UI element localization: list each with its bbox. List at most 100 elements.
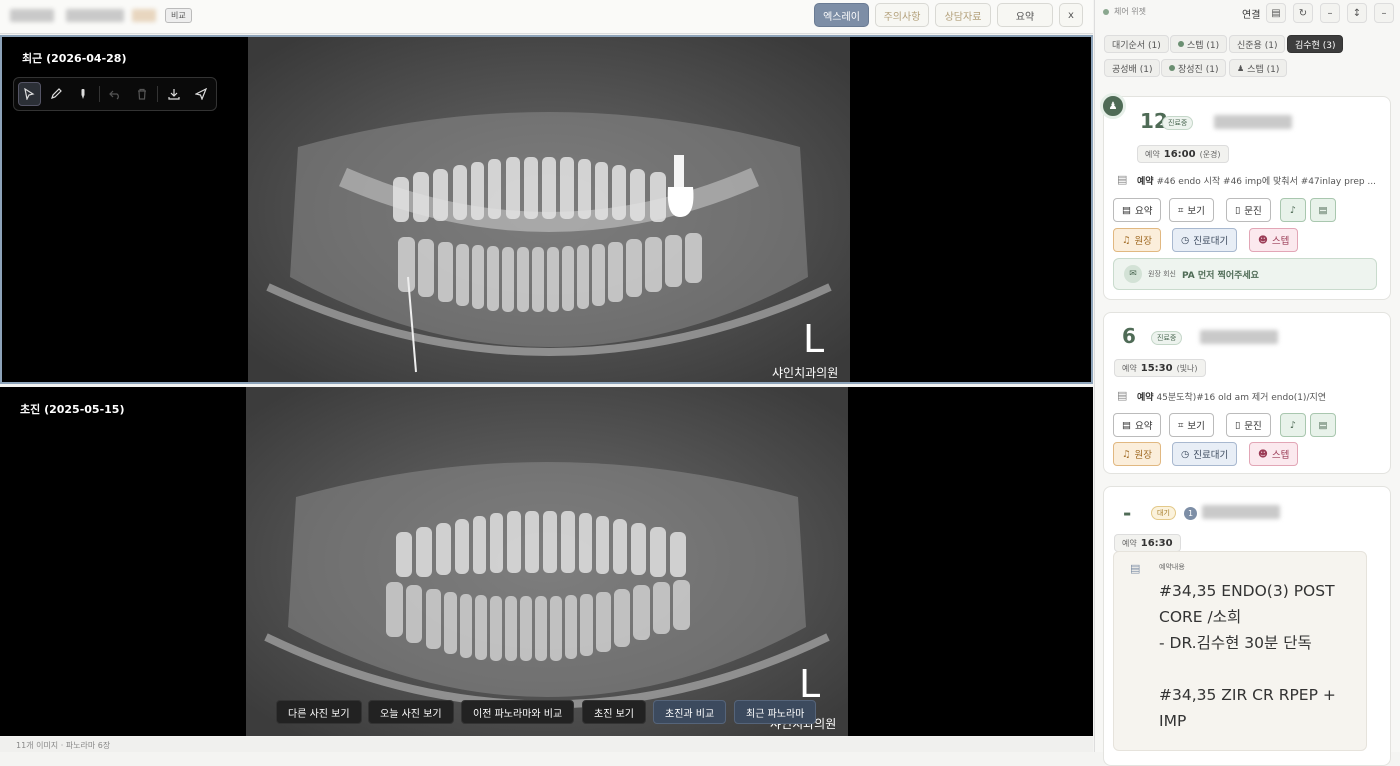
summary-button[interactable]: ▤ 요약 <box>1113 198 1162 222</box>
note-text: 45분도착)#16 old am 제거 endo(1)/지연 <box>1156 393 1327 403</box>
status-badge: 진료중 <box>1162 116 1194 130</box>
collapse-icon[interactable]: – <box>1374 3 1394 23</box>
xray-tab-button[interactable]: 엑스레이 <box>814 3 869 27</box>
button-label: 진료대기 <box>1193 236 1229 247</box>
panoramic-xray-recent[interactable]: L 샤인치과의원 <box>248 37 850 382</box>
close-button[interactable]: x <box>1059 3 1083 27</box>
memo-button[interactable]: ▤ <box>1310 413 1336 437</box>
treatment-wait-button[interactable]: ◷ 진료대기 <box>1172 442 1238 466</box>
people-icon: ☻ <box>1258 234 1268 246</box>
send-icon[interactable] <box>189 82 212 106</box>
questionnaire-button[interactable]: ▯ 문진 <box>1226 413 1271 437</box>
director-reply: ✉ 원장 회신 PA 먼저 찍어주세요 <box>1113 258 1377 290</box>
tab-doctor-shin[interactable]: 신준용 (1) <box>1229 35 1286 53</box>
scan-icon: ⌗ <box>1178 419 1184 431</box>
toolbar-divider <box>157 86 159 102</box>
memo-text: #34,35 ENDO(3) POST CORE /소희 - DR.김수현 30… <box>1159 582 1336 730</box>
reservation-time-value: 16:00 <box>1163 148 1196 160</box>
minimize-icon[interactable]: – <box>1320 3 1340 23</box>
button-label: 문진 <box>1244 206 1262 217</box>
recent-pano-button[interactable]: 최근 파노라마 <box>734 700 817 724</box>
reservation-note: 예약 45분도착)#16 old am 제거 endo(1)/지연 <box>1137 390 1400 403</box>
tab-waiting-order[interactable]: 대기순서 (1) <box>1104 35 1169 53</box>
tab-doctor-kim[interactable]: 김수현 (3) <box>1287 35 1344 53</box>
clipboard-icon: ▤ <box>1318 204 1328 216</box>
button-label: 요약 <box>1134 206 1153 217</box>
clipboard-icon: ▤ <box>1122 204 1131 216</box>
mic-button[interactable]: ♪ <box>1280 198 1306 222</box>
clipboard-icon: ▤ <box>1122 419 1131 431</box>
clipboard-icon: ▤ <box>1117 389 1128 402</box>
mic-button[interactable]: ♪ <box>1280 413 1306 437</box>
mic-icon: ♪ <box>1289 419 1297 431</box>
view-button[interactable]: ⌗ 보기 <box>1169 198 1214 222</box>
side-marker-L: L <box>803 317 824 361</box>
staff-call-button[interactable]: ☻ 스텝 <box>1249 228 1299 252</box>
xray-viewer-initial[interactable]: 초진 (2025-05-15) L 샤인치과의원 <box>0 387 1093 736</box>
pencil-icon[interactable] <box>45 82 68 106</box>
refresh-icon[interactable]: ↻ <box>1293 3 1313 23</box>
button-label: 보기 <box>1187 206 1205 217</box>
note-prefix: 예약 <box>1137 177 1154 187</box>
tab-doctor-gong[interactable]: 공성배 (1) <box>1104 59 1161 77</box>
patient-card[interactable]: 6 진료중 예약 15:30 (빛나) ▤ 예약 45분도착)#16 old a… <box>1103 312 1391 474</box>
summary-button[interactable]: 요약 <box>997 3 1053 27</box>
compare-previous-pano-button[interactable]: 이전 파노라마와 비교 <box>461 700 575 724</box>
tab-doctor-jang[interactable]: 장성진 (1) <box>1161 59 1227 77</box>
treatment-wait-button[interactable]: ◷ 진료대기 <box>1172 228 1238 252</box>
reservation-prefix: 예약 <box>1122 538 1137 548</box>
clipboard-icon[interactable]: ▤ <box>1266 3 1286 23</box>
clipboard-icon: ▤ <box>1130 562 1141 575</box>
view-button[interactable]: ⌗ 보기 <box>1169 413 1214 437</box>
patient-info-blurred <box>66 9 124 22</box>
download-icon[interactable] <box>162 82 185 106</box>
panoramic-xray-initial[interactable]: L 샤인치과의원 <box>246 387 848 736</box>
today-photos-button[interactable]: 오늘 사진 보기 <box>368 700 454 724</box>
reservation-prefix: 예약 <box>1122 363 1137 373</box>
director-call-button[interactable]: ♫ 원장 <box>1113 228 1162 252</box>
xray-viewer-recent[interactable]: 최근 (2026-04-28) L 샤인치과의원 <box>0 35 1093 384</box>
button-label: 보기 <box>1187 421 1205 432</box>
initial-view-button[interactable]: 초진 보기 <box>582 700 646 724</box>
trash-icon[interactable] <box>130 82 153 106</box>
clock-icon: ◷ <box>1181 234 1190 246</box>
status-bar: 11개 이미지 · 파노라마 6장 <box>0 737 1093 752</box>
marker-icon[interactable] <box>72 82 95 106</box>
reservation-time: 예약 15:30 (빛나) <box>1114 359 1206 377</box>
consult-material-button[interactable]: 상담자료 <box>935 3 991 27</box>
connect-link[interactable]: 연결 <box>1242 6 1260 21</box>
patient-card[interactable]: - 대기 1 예약 16:30 ▤ 예약내용 #34,35 ENDO(3) PO… <box>1103 486 1391 766</box>
staff-call-button[interactable]: ☻ 스텝 <box>1249 442 1299 466</box>
patient-card[interactable]: 12 진료중 예약 16:00 (운경) ▤ 예약 #46 endo 시작 #4… <box>1103 96 1391 300</box>
bell-icon: ♫ <box>1122 448 1131 460</box>
undo-icon[interactable] <box>104 82 127 106</box>
top-bar: 비교 엑스레이 주의사항 상담자료 요약 x <box>0 0 1093 34</box>
reservation-time: 예약 16:30 <box>1114 534 1181 552</box>
questionnaire-button[interactable]: ▯ 문진 <box>1226 198 1271 222</box>
reservation-prefix: 예약 <box>1145 149 1160 159</box>
reservation-time: 예약 16:00 (운경) <box>1137 145 1229 163</box>
button-label: 스텝 <box>1271 450 1290 461</box>
reply-text: PA 먼저 찍어주세요 <box>1182 270 1259 281</box>
pointer-icon[interactable] <box>18 82 41 106</box>
resize-vertical-icon[interactable]: ↕ <box>1347 3 1367 23</box>
other-photos-button[interactable]: 다른 사진 보기 <box>276 700 362 724</box>
compare-initial-button[interactable]: 초진과 비교 <box>653 700 727 724</box>
tab-label: 스텝 (1) <box>1247 64 1280 75</box>
tab-staff[interactable]: 스텝 (1) <box>1170 35 1228 53</box>
people-icon: ☻ <box>1258 448 1268 460</box>
patient-name-blurred <box>10 9 54 22</box>
annotation-toolbar <box>13 77 217 111</box>
compare-badge[interactable]: 비교 <box>165 8 192 23</box>
button-label: 진료대기 <box>1193 450 1229 461</box>
reservation-tag: (빛나) <box>1176 363 1198 373</box>
summary-button[interactable]: ▤ 요약 <box>1113 413 1162 437</box>
caution-tab-button[interactable]: 주의사항 <box>875 3 929 27</box>
tab-staff-2[interactable]: ♟ 스텝 (1) <box>1229 59 1288 77</box>
button-label: 문진 <box>1244 421 1262 432</box>
doctor-avatar: ♟ <box>1100 93 1126 119</box>
director-call-button[interactable]: ♫ 원장 <box>1113 442 1162 466</box>
status-dot <box>1103 9 1109 15</box>
online-dot-icon <box>1169 65 1175 71</box>
memo-button[interactable]: ▤ <box>1310 198 1336 222</box>
